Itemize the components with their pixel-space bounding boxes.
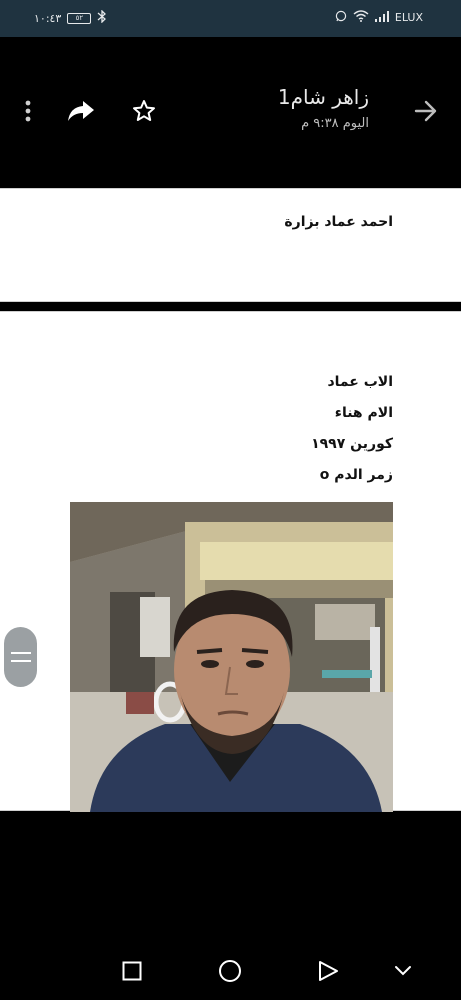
status-right: ELUX (335, 10, 423, 25)
star-icon[interactable] (129, 96, 159, 126)
details-list: الاب عماد الام هناء كورين ١٩٩٧ زمر الدم … (311, 367, 393, 491)
message-timestamp: اليوم ٩:٣٨ م (301, 116, 369, 131)
person-photo[interactable] (70, 502, 393, 812)
drag-lines-icon (10, 652, 31, 662)
mother-line: الام هناء (334, 405, 393, 421)
status-bar: ١٠:٤٣ ٥٢ ELUX (0, 0, 461, 37)
more-vert-icon[interactable] (13, 96, 43, 126)
father-line: الاب عماد (327, 374, 393, 390)
blood-type-line: زمر الدم o (319, 467, 393, 483)
message-card-details: الاب عماد الام هناء كورين ١٩٩٧ زمر الدم … (0, 311, 461, 812)
chat-title: زاهر شام1 (277, 85, 369, 109)
carrier-name: ELUX (394, 11, 423, 24)
app-bar: زاهر شام1 اليوم ٩:٣٨ م (0, 37, 461, 188)
signal-icon (374, 10, 389, 25)
hide-nav-icon[interactable] (389, 957, 417, 985)
message-card-name: احمد عماد بزارة (0, 188, 461, 302)
birth-line: كورين ١٩٩٧ (311, 436, 393, 452)
status-left: ١٠:٤٣ ٥٢ (34, 9, 107, 26)
bluetooth-icon (97, 9, 107, 26)
whatsapp-icon (335, 10, 347, 25)
scroll-handle[interactable] (4, 627, 37, 687)
share-icon[interactable] (66, 96, 96, 126)
home-icon[interactable] (216, 957, 244, 985)
status-time: ١٠:٤٣ (34, 11, 62, 25)
battery-icon: ٥٢ (67, 12, 92, 24)
back-icon[interactable] (314, 957, 342, 985)
person-name: احمد عماد بزارة (284, 214, 393, 230)
recent-apps-icon[interactable] (118, 957, 146, 985)
wifi-icon (353, 10, 369, 25)
forward-arrow-icon[interactable] (411, 96, 441, 126)
navigation-bar (0, 940, 461, 1000)
